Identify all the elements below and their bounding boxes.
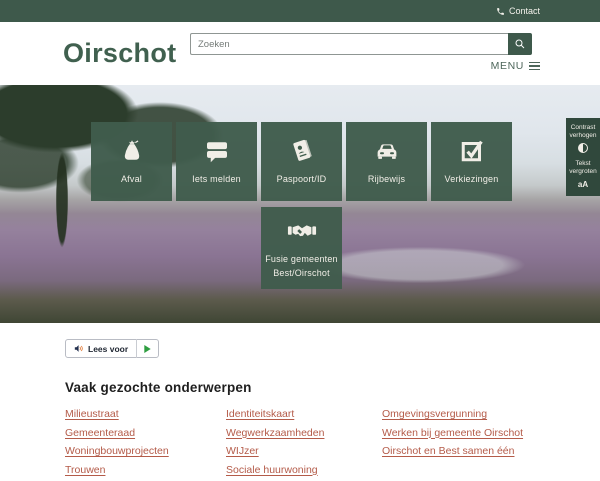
readspeaker-button[interactable]: Lees voor (65, 339, 159, 358)
car-icon (372, 136, 402, 166)
contrast-label: Contrast verhogen (568, 124, 598, 140)
topic-link-gemeenteraad[interactable]: Gemeenteraad (65, 426, 226, 445)
topbar: Contact (0, 0, 600, 22)
contrast-button[interactable]: Contrast verhogen (568, 124, 598, 153)
tile-label: Verkiezingen (445, 173, 499, 187)
accessibility-panel: Contrast verhogen Tekst vergroten aA (566, 118, 600, 196)
tile-label: Fusie gemeenten (265, 253, 338, 267)
text-enlarge-label: Tekst vergroten (568, 160, 598, 176)
trash-bag-icon (117, 136, 147, 166)
passport-icon (287, 136, 317, 166)
topic-link-sociale-huurwoning[interactable]: Sociale huurwoning (226, 463, 382, 481)
tile-afval[interactable]: Afval (91, 122, 172, 201)
topic-link-woningbouwprojecten[interactable]: Woningbouwprojecten (65, 444, 226, 463)
topic-link-trouwen[interactable]: Trouwen (65, 463, 226, 481)
topic-link-oirschot-best-samen[interactable]: Oirschot en Best samen één (382, 444, 540, 463)
contact-link[interactable]: Contact (496, 6, 540, 16)
hero-banner: Afval Iets melden Paspoort/ID (0, 85, 600, 323)
menu-label: MENU (491, 60, 524, 72)
topics-heading: Vaak gezochte onderwerpen (65, 380, 540, 395)
tile-label: Rijbewijs (368, 173, 405, 187)
tile-label: Afval (121, 173, 142, 187)
contact-label: Contact (509, 6, 540, 16)
topics-grid: Milieustraat Gemeenteraad Woningbouwproj… (65, 407, 540, 481)
readspeaker-label: Lees voor (88, 344, 128, 354)
search-form (190, 33, 532, 55)
tile-label: Iets melden (192, 173, 241, 187)
hamburger-icon (529, 62, 540, 71)
tile-label: Paspoort/ID (277, 173, 327, 187)
topic-link-milieustraat[interactable]: Milieustraat (65, 407, 226, 426)
site-logo[interactable]: Oirschot (63, 38, 176, 69)
topic-link-identiteitskaart[interactable]: Identiteitskaart (226, 407, 382, 426)
topics-column-1: Milieustraat Gemeenteraad Woningbouwproj… (65, 407, 226, 481)
tile-label: Best/Oirschot (273, 267, 330, 281)
speech-bubbles-icon (202, 136, 232, 166)
play-icon (137, 345, 158, 353)
tile-iets-melden[interactable]: Iets melden (176, 122, 257, 201)
header: Oirschot MENU (0, 22, 600, 85)
search-button[interactable] (508, 33, 532, 55)
topics-column-3: Omgevingsvergunning Werken bij gemeente … (382, 407, 540, 481)
topic-link-wijzer[interactable]: WIJzer (226, 444, 382, 463)
phone-icon (496, 7, 505, 16)
text-size-icon: aA (578, 180, 588, 189)
topics-column-2: Identiteitskaart Wegwerkzaamheden WIJzer… (226, 407, 382, 481)
contrast-icon (578, 143, 588, 153)
handshake-icon (287, 216, 317, 246)
search-input[interactable] (190, 33, 508, 55)
topic-link-wegwerkzaamheden[interactable]: Wegwerkzaamheden (226, 426, 382, 445)
tile-verkiezingen[interactable]: Verkiezingen (431, 122, 512, 201)
ballot-check-icon (457, 136, 487, 166)
topic-link-omgevingsvergunning[interactable]: Omgevingsvergunning (382, 407, 540, 426)
speaker-icon (74, 341, 84, 356)
topic-link-werken-bij-gemeente[interactable]: Werken bij gemeente Oirschot (382, 426, 540, 445)
tile-rijbewijs[interactable]: Rijbewijs (346, 122, 427, 201)
tile-fusie-gemeenten[interactable]: Fusie gemeenten Best/Oirschot (261, 207, 342, 289)
text-enlarge-button[interactable]: Tekst vergroten aA (568, 160, 598, 188)
tile-paspoort-id[interactable]: Paspoort/ID (261, 122, 342, 201)
search-icon (514, 38, 526, 50)
menu-button[interactable]: MENU (491, 60, 540, 72)
